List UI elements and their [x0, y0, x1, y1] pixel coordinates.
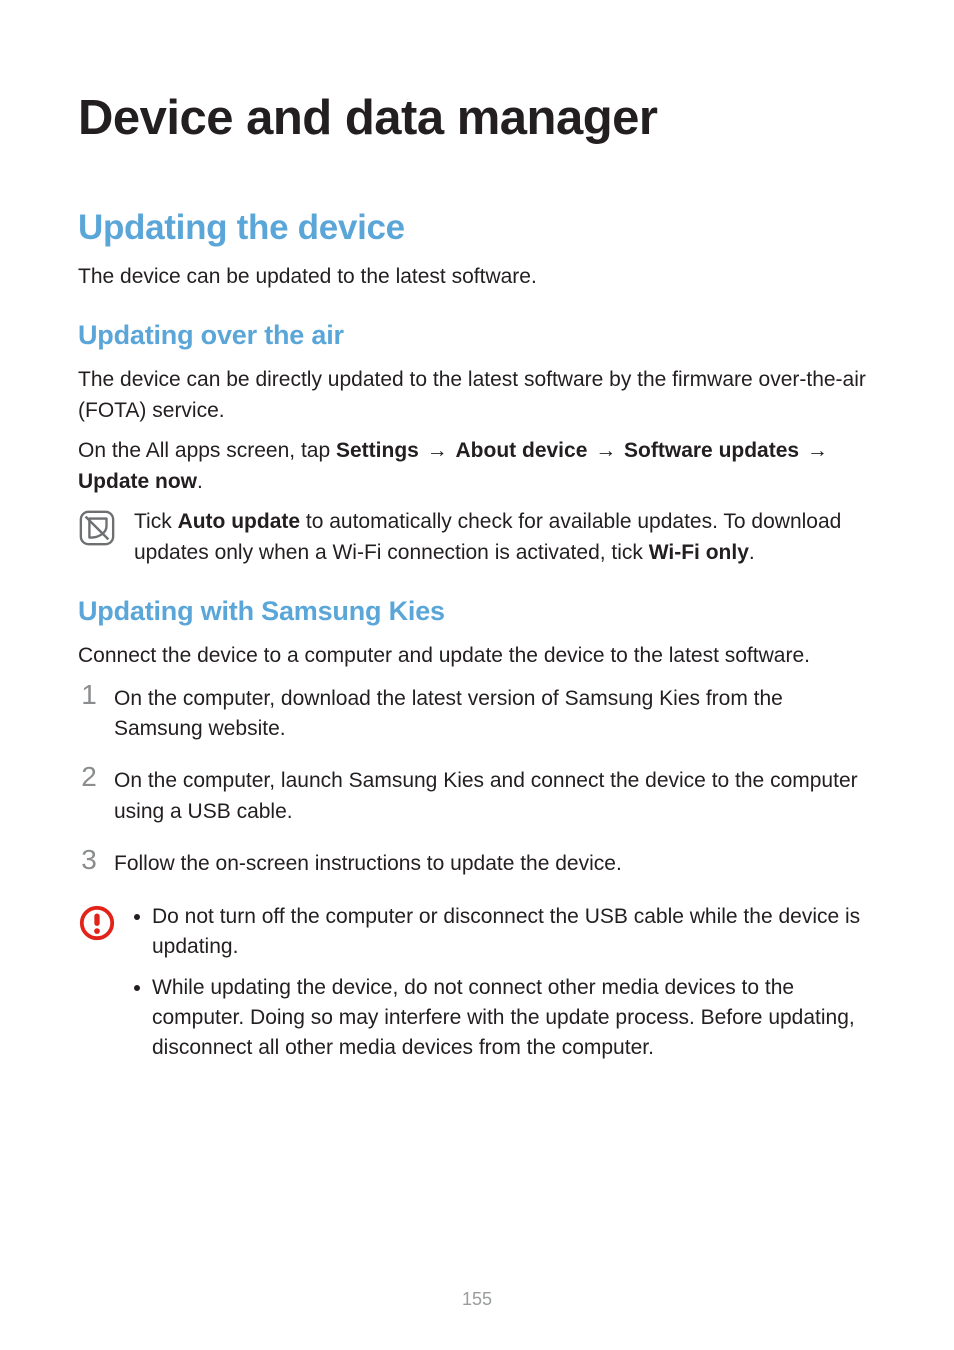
arrow-icon: → — [799, 439, 830, 462]
ui-label-about-device: About device — [456, 439, 588, 462]
caution-icon — [78, 904, 116, 942]
ui-label-wifi-only: Wi-Fi only — [649, 541, 749, 564]
note-icon — [78, 509, 116, 547]
ui-label-settings: Settings — [336, 439, 419, 462]
caution-list: Do not turn off the computer or disconne… — [134, 902, 876, 1064]
page-title: Device and data manager — [78, 90, 876, 146]
caution-text: While updating the device, do not connec… — [152, 973, 876, 1064]
subheading-ota: Updating over the air — [78, 320, 876, 351]
note-block: Tick Auto update to automatically check … — [78, 507, 876, 568]
step-text: Follow the on-screen instructions to upd… — [114, 849, 876, 879]
text-fragment: On the All apps screen, tap — [78, 439, 336, 462]
subheading-kies: Updating with Samsung Kies — [78, 596, 876, 627]
page-number: 155 — [0, 1289, 954, 1310]
step-list: 1 On the computer, download the latest v… — [78, 684, 876, 880]
bullet-icon — [134, 985, 140, 991]
step-text: On the computer, download the latest ver… — [114, 684, 876, 745]
step-number: 2 — [78, 763, 100, 791]
ui-label-auto-update: Auto update — [178, 510, 300, 533]
kies-intro: Connect the device to a computer and upd… — [78, 641, 876, 671]
bullet-icon — [134, 914, 140, 920]
section-intro: The device can be updated to the latest … — [78, 262, 876, 292]
list-item: 2 On the computer, launch Samsung Kies a… — [78, 766, 876, 827]
ota-description: The device can be directly updated to th… — [78, 365, 876, 426]
list-item: While updating the device, do not connec… — [134, 973, 876, 1064]
ui-label-update-now: Update now — [78, 470, 197, 493]
step-text: On the computer, launch Samsung Kies and… — [114, 766, 876, 827]
arrow-icon: → — [587, 439, 624, 462]
arrow-icon: → — [419, 439, 456, 462]
ui-label-software-updates: Software updates — [624, 439, 799, 462]
list-item: 1 On the computer, download the latest v… — [78, 684, 876, 745]
note-text: Tick Auto update to automatically check … — [134, 507, 876, 568]
text-fragment: . — [749, 541, 755, 564]
list-item: 3 Follow the on-screen instructions to u… — [78, 849, 876, 879]
section-heading-updating-device: Updating the device — [78, 208, 876, 248]
step-number: 3 — [78, 846, 100, 874]
step-number: 1 — [78, 681, 100, 709]
list-item: Do not turn off the computer or disconne… — [134, 902, 876, 963]
ota-path: On the All apps screen, tap Settings → A… — [78, 436, 876, 497]
text-fragment: Tick — [134, 510, 178, 533]
text-fragment: . — [197, 470, 203, 493]
caution-text: Do not turn off the computer or disconne… — [152, 902, 876, 963]
caution-block: Do not turn off the computer or disconne… — [78, 902, 876, 1074]
